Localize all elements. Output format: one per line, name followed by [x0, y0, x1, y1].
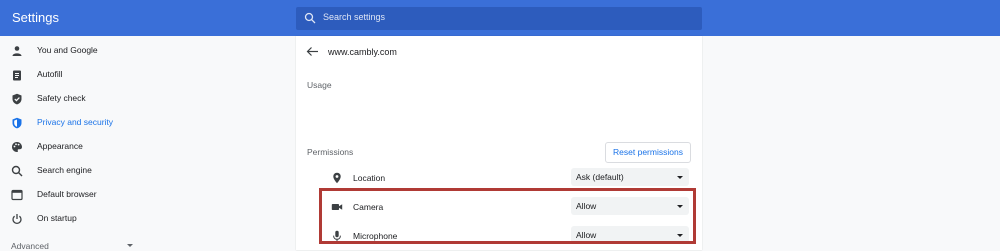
sidebar-item-on-startup[interactable]: On startup: [0, 207, 295, 231]
select-value: Allow: [576, 230, 597, 240]
sidebar-item-label: Autofill: [37, 69, 63, 79]
location-permission-select[interactable]: Ask (default): [571, 168, 689, 186]
dropdown-arrow-icon: [677, 205, 683, 208]
select-value: Ask (default): [576, 172, 624, 182]
permission-label: Camera: [353, 202, 384, 212]
camera-icon: [331, 204, 343, 210]
sidebar-item-label: Default browser: [37, 189, 97, 199]
sidebar-item-label: Safety check: [37, 93, 86, 103]
dropdown-arrow-icon: [677, 234, 683, 237]
site-name: www.cambly.com: [328, 47, 397, 57]
sidebar-item-appearance[interactable]: Appearance: [0, 135, 295, 159]
page-title: Settings: [12, 10, 59, 25]
person-icon: [12, 46, 22, 56]
search-input[interactable]: Search settings: [296, 7, 702, 30]
microphone-permission-select[interactable]: Allow: [571, 226, 689, 244]
sidebar-item-safety-check[interactable]: Safety check: [0, 87, 295, 111]
dropdown-arrow-icon: [677, 176, 683, 179]
permission-row-microphone: Microphone Allow: [296, 223, 702, 249]
sidebar-item-you-and-google[interactable]: You and Google: [0, 39, 295, 63]
search-placeholder: Search settings: [323, 12, 386, 22]
back-arrow-icon[interactable]: [306, 46, 319, 57]
sidebar-item-label: Search engine: [37, 165, 92, 175]
sidebar-item-label: On startup: [37, 213, 77, 223]
sidebar-item-label: You and Google: [37, 45, 98, 55]
location-pin-icon: [333, 172, 341, 184]
clipboard-icon: [13, 70, 21, 81]
sidebar-item-label: Appearance: [37, 141, 83, 151]
right-background: [703, 36, 1000, 250]
permission-row-location: Location Ask (default): [296, 165, 702, 191]
permission-label: Microphone: [353, 231, 398, 241]
sidebar-item-search-engine[interactable]: Search engine: [0, 159, 295, 183]
select-value: Allow: [576, 201, 597, 211]
microphone-icon: [333, 230, 341, 242]
sidebar-item-default-browser[interactable]: Default browser: [0, 183, 295, 207]
top-bar: Settings Search settings: [0, 0, 1000, 36]
power-icon: [12, 214, 22, 225]
shield-icon: [12, 117, 22, 129]
sidebar-item-label: Privacy and security: [37, 117, 114, 127]
usage-heading: Usage: [307, 80, 332, 90]
permission-row-camera: Camera Allow: [296, 194, 702, 220]
sidebar: You and Google Autofill Safety check Pri…: [0, 36, 295, 251]
reset-permissions-button[interactable]: Reset permissions: [605, 142, 691, 163]
search-icon: [304, 12, 316, 24]
camera-permission-select[interactable]: Allow: [571, 197, 689, 215]
shield-check-icon: [12, 93, 22, 105]
browser-icon: [11, 189, 23, 201]
sidebar-item-autofill[interactable]: Autofill: [0, 63, 295, 87]
site-settings-panel: www.cambly.com Usage Permissions Reset p…: [296, 36, 702, 250]
palette-icon: [12, 142, 22, 152]
search-icon: [11, 165, 23, 177]
permissions-heading: Permissions: [307, 147, 354, 157]
permission-label: Location: [353, 173, 386, 183]
sidebar-item-privacy-and-security[interactable]: Privacy and security: [0, 111, 295, 135]
chevron-down-icon: [127, 244, 133, 247]
